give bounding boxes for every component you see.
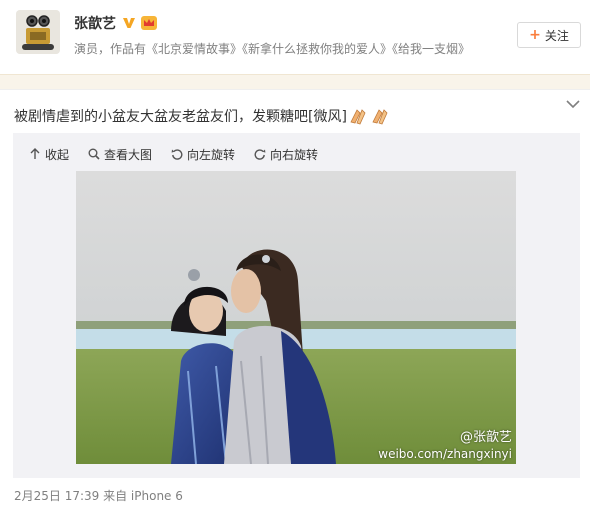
search-icon xyxy=(88,148,100,160)
follow-label: 关注 xyxy=(544,28,569,43)
media-toolbar: 收起 查看大图 向左旋转 向右旋转 xyxy=(29,145,337,163)
watermark-name: @张歆艺 xyxy=(459,430,512,445)
photo-scene xyxy=(76,171,516,464)
section-divider xyxy=(0,74,590,90)
clap-emoji-icon xyxy=(372,109,388,125)
rotate-left-icon xyxy=(171,149,183,160)
post-text: 被剧情虐到的小盆友大盆友老盆友们，发颗糖吧[微风] xyxy=(14,109,347,125)
name-row: 张歆艺 xyxy=(74,13,158,33)
avatar[interactable] xyxy=(16,10,60,54)
crown-badge-icon[interactable] xyxy=(140,15,158,31)
post-text-row: 被剧情虐到的小盆友大盆友老盆友们，发颗糖吧[微风] xyxy=(14,106,391,126)
follow-button[interactable]: + 关注 xyxy=(517,22,581,48)
chevron-down-icon[interactable] xyxy=(566,99,580,109)
post-meta[interactable]: 2月25日 17:39 来自 iPhone 6 xyxy=(14,487,183,504)
rotate-right-icon xyxy=(254,149,266,160)
rotate-right-button[interactable]: 向右旋转 xyxy=(254,146,318,163)
user-name[interactable]: 张歆艺 xyxy=(74,13,116,33)
view-large-button[interactable]: 查看大图 xyxy=(88,146,152,163)
collapse-button[interactable]: 收起 xyxy=(29,146,69,163)
collapse-label: 收起 xyxy=(45,147,70,162)
rotate-left-label: 向左旋转 xyxy=(187,147,236,162)
clap-emoji-icon xyxy=(350,109,366,125)
profile-header: 张歆艺 演员，作品有《北京爱情故事》《新拿什么拯救你我的爱人》《给我一支烟》 +… xyxy=(0,0,590,64)
weibo-post: 被剧情虐到的小盆友大盆友老盆友们，发颗糖吧[微风] 收起 查看大图 向左旋转 向… xyxy=(0,91,590,505)
user-bio: 演员，作品有《北京爱情故事》《新拿什么拯救你我的爱人》《给我一支烟》 xyxy=(74,42,471,56)
view-large-label: 查看大图 xyxy=(104,147,153,162)
post-photo[interactable]: @张歆艺 weibo.com/zhangxinyi xyxy=(76,171,516,464)
verified-v-icon xyxy=(123,18,135,28)
collapse-icon xyxy=(30,148,40,159)
watermark-url: weibo.com/zhangxinyi xyxy=(378,447,512,461)
media-panel: 收起 查看大图 向左旋转 向右旋转 @张歆艺 weibo.com/zhangxi… xyxy=(13,133,580,478)
plus-icon: + xyxy=(529,27,541,43)
rotate-left-button[interactable]: 向左旋转 xyxy=(171,146,235,163)
rotate-right-label: 向右旋转 xyxy=(270,147,319,162)
photo-watermark: @张歆艺 weibo.com/zhangxinyi xyxy=(378,430,512,462)
